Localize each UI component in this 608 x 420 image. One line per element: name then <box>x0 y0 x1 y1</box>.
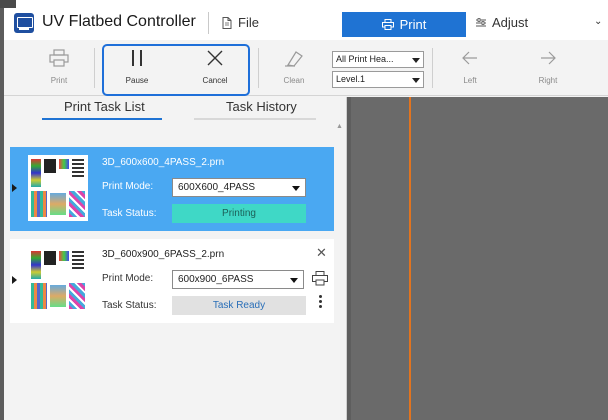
printer-icon <box>381 19 394 30</box>
print-preview-area <box>346 97 608 420</box>
move-right-label: Right <box>538 76 558 85</box>
print-mode-select[interactable]: 600X600_4PASS <box>172 178 306 197</box>
tab-print-label: Print <box>399 17 427 32</box>
print-mode-select[interactable]: 600x900_6PASS <box>172 270 304 289</box>
task-status-label: Task Status: <box>102 208 157 219</box>
task-name: 3D_600x600_4PASS_2.prn <box>102 157 225 168</box>
status-badge: Task Ready <box>172 296 306 315</box>
task-thumbnail <box>28 155 88 221</box>
toolbar-separator <box>432 48 433 88</box>
title-bar: UV Flatbed Controller File Print Adjust … <box>4 0 608 40</box>
print-button-label: Print <box>50 76 68 85</box>
tab-file[interactable]: File <box>222 15 259 30</box>
highlight-box <box>102 44 250 96</box>
move-left-button[interactable]: Left <box>445 46 495 90</box>
app-icon <box>14 13 34 33</box>
clean-icon <box>285 51 303 67</box>
arrow-right-icon <box>541 51 556 65</box>
move-left-label: Left <box>463 76 477 85</box>
level-select-value: Level.1 <box>336 74 366 84</box>
active-tab-indicator <box>42 118 162 120</box>
print-position-line <box>409 97 411 420</box>
printer-icon <box>49 49 69 67</box>
chevron-down-icon[interactable]: ⌄ <box>594 16 602 27</box>
print-mode-value: 600X600_4PASS <box>178 182 256 193</box>
level-select[interactable]: Level.1 <box>332 71 424 88</box>
toolbar-separator <box>258 48 259 88</box>
print-button[interactable]: Print <box>34 46 84 90</box>
print-bed-canvas <box>351 97 608 420</box>
tab-underline <box>194 118 316 120</box>
adjust-icon <box>476 17 486 26</box>
arrow-left-icon <box>462 51 477 65</box>
clean-button-label: Clean <box>283 76 305 85</box>
tab-print-task-list[interactable]: Print Task List <box>64 99 145 114</box>
tab-task-history[interactable]: Task History <box>226 99 297 114</box>
kebab-icon[interactable] <box>319 295 323 309</box>
printer-icon[interactable] <box>312 271 328 286</box>
task-panel: Print Task List Task History ▲ 3D_600x60… <box>4 97 346 420</box>
expand-arrow-icon[interactable] <box>12 276 17 284</box>
task-card[interactable]: 3D_600x600_4PASS_2.prn Print Mode: 600X6… <box>10 147 334 231</box>
tab-adjust-label: Adjust <box>492 15 529 30</box>
tab-file-label: File <box>238 15 259 30</box>
app-title: UV Flatbed Controller <box>42 13 196 30</box>
print-head-select[interactable]: All Print Hea... <box>332 51 424 68</box>
task-status-label: Task Status: <box>102 300 157 311</box>
print-head-select-value: All Print Hea... <box>336 54 394 64</box>
status-badge: Printing <box>172 204 306 223</box>
tab-print[interactable]: Print <box>342 12 466 37</box>
print-mode-label: Print Mode: <box>102 181 154 192</box>
task-thumbnail <box>28 247 88 313</box>
file-icon <box>222 16 232 29</box>
toolbar-separator <box>94 48 95 88</box>
scroll-up-arrow[interactable]: ▲ <box>336 123 343 130</box>
window-corner <box>0 0 16 8</box>
app-window: UV Flatbed Controller File Print Adjust … <box>4 0 608 420</box>
title-separator <box>208 12 209 34</box>
expand-arrow-icon[interactable] <box>12 184 17 192</box>
tab-adjust[interactable]: Adjust <box>476 15 528 30</box>
print-mode-value: 600x900_6PASS <box>178 274 254 285</box>
print-mode-label: Print Mode: <box>102 273 154 284</box>
move-right-button[interactable]: Right <box>523 46 573 90</box>
task-card[interactable]: 3D_600x900_6PASS_2.prn ✕ Print Mode: 600… <box>10 239 334 323</box>
clean-button[interactable]: Clean <box>269 46 319 90</box>
task-name: 3D_600x900_6PASS_2.prn <box>102 249 225 260</box>
close-icon[interactable]: ✕ <box>316 245 327 261</box>
